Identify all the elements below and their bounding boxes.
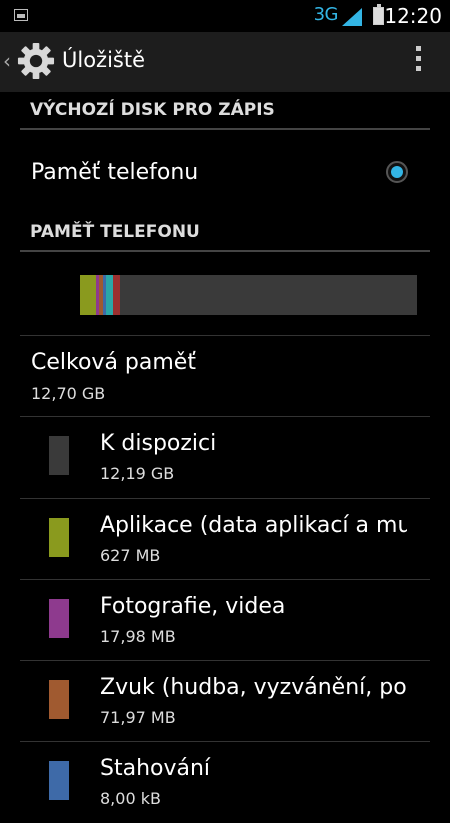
usage-segment <box>106 275 113 315</box>
storage-item-photos-videos[interactable]: Fotografie, videa 17,98 MB <box>0 580 450 661</box>
total-memory-value: 12,70 GB <box>31 384 106 403</box>
storage-item-size: 627 MB <box>100 546 161 565</box>
storage-item-label: Fotografie, videa <box>100 594 286 619</box>
signal-icon <box>342 8 362 26</box>
storage-item-available[interactable]: K dispozici 12,19 GB <box>0 417 450 498</box>
storage-item-downloads[interactable]: Stahování 8,00 kB <box>0 742 450 823</box>
action-bar: ‹ Úložiště <box>0 32 450 92</box>
overflow-menu-icon[interactable] <box>416 46 422 76</box>
storage-item-size: 71,97 MB <box>100 708 176 727</box>
color-swatch <box>49 599 69 638</box>
battery-icon <box>373 4 384 25</box>
gear-icon[interactable] <box>17 42 55 80</box>
divider <box>20 335 430 336</box>
usage-segment <box>113 275 120 315</box>
status-bar: 3G 12:20 <box>0 0 450 32</box>
color-swatch <box>49 761 69 800</box>
picture-notification-icon <box>14 9 28 21</box>
radio-button-phone-memory[interactable] <box>386 161 408 183</box>
storage-item-label: Aplikace (data aplikací a mu <box>100 513 407 538</box>
total-memory-label: Celková paměť <box>31 350 196 375</box>
storage-usage-bar <box>80 275 417 315</box>
storage-item-label: Stahování <box>100 756 211 781</box>
storage-item-label: K dispozici <box>100 431 217 456</box>
page-title: Úložiště <box>62 48 146 72</box>
storage-item-size: 8,00 kB <box>100 789 161 808</box>
network-type: 3G <box>313 4 339 25</box>
usage-segment <box>80 275 96 315</box>
storage-item-size: 17,98 MB <box>100 627 176 646</box>
status-clock: 12:20 <box>384 4 442 28</box>
storage-item-label: Zvuk (hudba, vyzvánění, po <box>100 675 407 700</box>
storage-item-audio[interactable]: Zvuk (hudba, vyzvánění, po 71,97 MB <box>0 661 450 742</box>
radio-label-phone-memory[interactable]: Paměť telefonu <box>31 160 198 185</box>
section-header-phone-memory: PAMĚŤ TELEFONU <box>20 222 430 252</box>
section-header-default-disk: VÝCHOZÍ DISK PRO ZÁPIS <box>20 100 430 130</box>
color-swatch <box>49 518 69 557</box>
color-swatch <box>49 436 69 475</box>
storage-item-size: 12,19 GB <box>100 464 175 483</box>
storage-item-apps[interactable]: Aplikace (data aplikací a mu 627 MB <box>0 499 450 580</box>
color-swatch <box>49 680 69 719</box>
back-chevron-icon[interactable]: ‹ <box>3 49 11 73</box>
